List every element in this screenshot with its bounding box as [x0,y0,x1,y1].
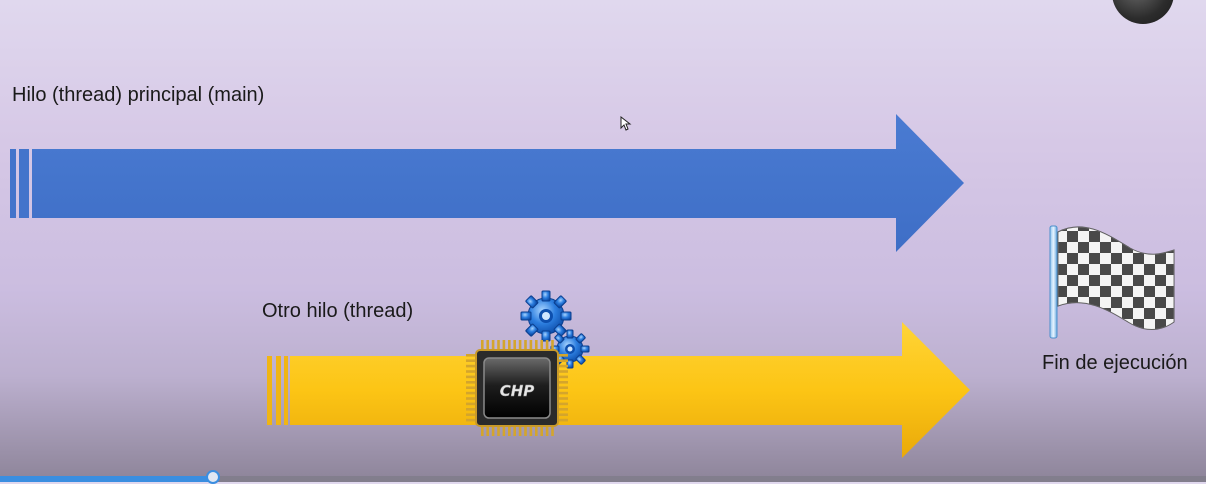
video-progress-bar[interactable] [0,470,1206,484]
chip-label: CHP [500,382,535,400]
checkered-flag-icon [1049,225,1175,339]
main-thread-arrow [10,114,964,252]
other-thread-arrow [267,322,970,458]
thread-diagram: CHP [10,114,1175,458]
video-progress-fill [0,476,214,482]
cpu-chip-icon: CHP [466,340,568,436]
mouse-cursor-icon [620,116,632,131]
